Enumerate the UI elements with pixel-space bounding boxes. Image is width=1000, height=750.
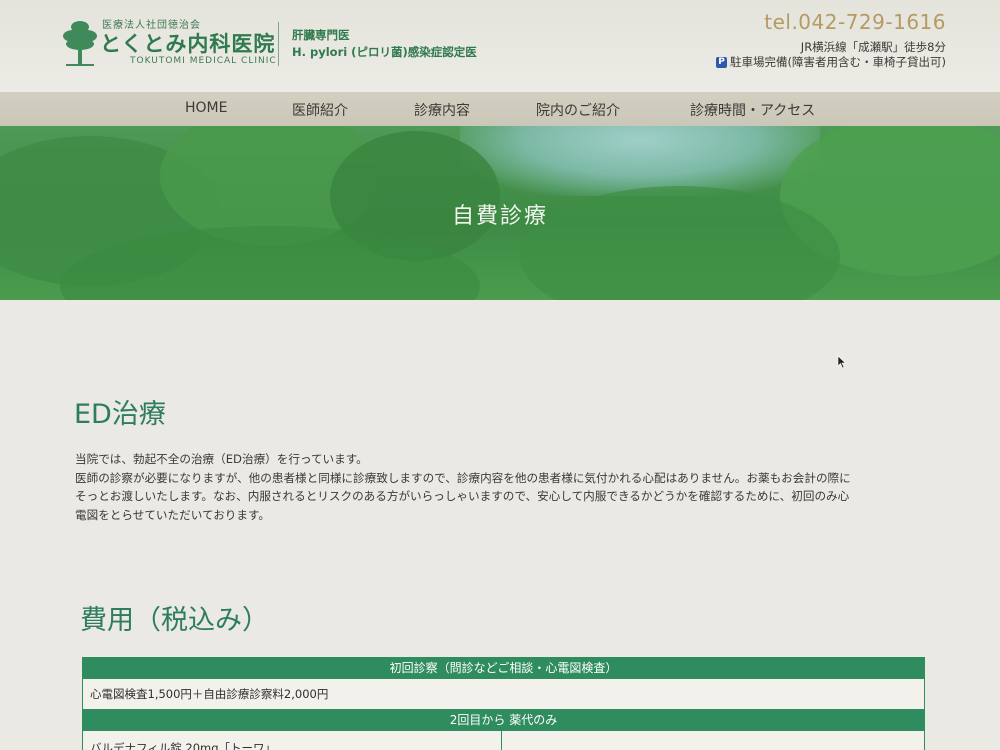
description-line: 医師の診察が必要になりますが、他の患者様と同様に診療致しますので、診療内容を他の… (75, 470, 851, 485)
nav-item-clinic-tour[interactable]: 院内のご紹介 (536, 100, 620, 120)
specialty-info: 肝臓専門医 H. pylori (ピロリ菌)感染症認定医 (292, 27, 477, 61)
mouse-cursor-icon (837, 355, 847, 369)
logo-english-name: TOKUTOMI MEDICAL CLINIC (130, 56, 277, 66)
ed-treatment-heading: ED治療 (74, 399, 166, 430)
access-info: JR横浜線「成瀬駅」徒歩8分 (800, 40, 946, 54)
fee-heading: 費用（税込み） (80, 605, 269, 636)
table-header-repeat-visit: 2回目から 薬代のみ (82, 709, 925, 731)
nav-item-home[interactable]: HOME (185, 100, 227, 116)
table-row-first-visit-fee: 心電図検査1,500円＋自由診療診察料2,000円 (82, 679, 925, 709)
nav-item-hours-access[interactable]: 診療時間・アクセス (690, 100, 815, 120)
nav-item-doctor[interactable]: 医師紹介 (292, 100, 348, 120)
description-line: 電図をとらせていただいております。 (75, 507, 271, 522)
parking-info: P 駐車場完備(障害者用含む・車椅子貸出可) (716, 55, 946, 70)
header-divider (278, 22, 279, 66)
site-header: 医療法人社団徳治会 とくとみ内科医院 TOKUTOMI MEDICAL CLIN… (0, 0, 1000, 92)
table-row-medication: バルデナフィル錠 20mg「トーワ」 (82, 731, 925, 750)
nav-item-services[interactable]: 診療内容 (414, 100, 470, 120)
description-line: そっとお渡しいたします。なお、内服されるとリスクのある方がいらっしゃいますので、… (75, 489, 850, 503)
description-line: 当院では、勃起不全の治療（ED治療）を行っています。 (75, 452, 368, 466)
fee-table: 初回診察（問診などご相談・心電図検査） 心電図検査1,500円＋自由診療診察料2… (82, 657, 925, 750)
table-header-first-visit: 初回診察（問診などご相談・心電図検査） (82, 657, 925, 679)
hero-title: 自費診療 (451, 204, 548, 229)
tree-logo-icon (63, 21, 97, 66)
contact-info: tel.042-729-1616 JR横浜線「成瀬駅」徒歩8分 P 駐車場完備(… (716, 10, 946, 70)
phone-number[interactable]: tel.042-729-1616 (716, 10, 946, 34)
main-nav: HOME 医師紹介 診療内容 院内のご紹介 診療時間・アクセス (0, 92, 1000, 126)
parking-text: 駐車場完備(障害者用含む・車椅子貸出可) (730, 55, 946, 69)
clinic-logo[interactable]: 医療法人社団徳治会 とくとみ内科医院 TOKUTOMI MEDICAL CLIN… (62, 16, 276, 72)
medication-name-cell: バルデナフィル錠 20mg「トーワ」 (90, 741, 277, 750)
specialty-line-2: H. pylori (ピロリ菌)感染症認定医 (292, 45, 477, 59)
parking-icon: P (716, 57, 728, 68)
hero-sky (460, 126, 820, 196)
hero-banner: 自費診療 (0, 126, 1000, 300)
table-cell-divider (501, 731, 502, 750)
specialty-line-1: 肝臓専門医 (292, 28, 350, 42)
main-content: ED治療 当院では、勃起不全の治療（ED治療）を行っています。 医師の診察が必要… (0, 300, 1000, 750)
logo-clinic-name: とくとみ内科医院 (100, 32, 276, 56)
ed-treatment-description: 当院では、勃起不全の治療（ED治療）を行っています。 医師の診察が必要になります… (75, 450, 935, 524)
